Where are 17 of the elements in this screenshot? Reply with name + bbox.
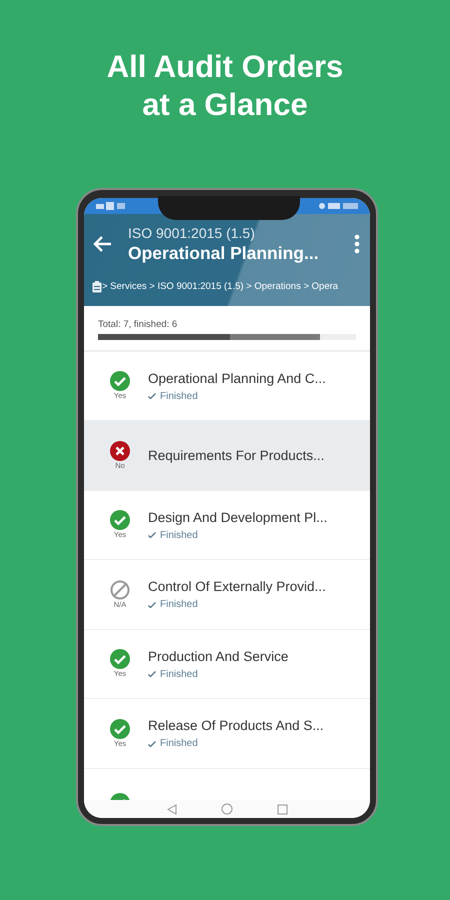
headline: All Audit Orders <box>106 48 344 86</box>
row-title: Control Of Externally Provid... <box>148 578 326 596</box>
row-title: Release Of Products And S... <box>148 717 324 736</box>
headline: at a Glance <box>141 86 309 124</box>
breadcrumb: > Services > ISO 9001:2015 (1.5) > Operations > Opera <box>102 280 338 294</box>
row-status: Finished <box>160 598 198 612</box>
row-title: Production And Service <box>148 648 288 666</box>
row-status: Finished <box>160 528 198 543</box>
app-bar-subtitle: ISO 9001:2015 (1.5) <box>128 224 256 242</box>
progress-label: Total: 7, finished: 6 <box>98 318 178 332</box>
row-title: Operational Planning And C... <box>148 370 326 388</box>
app-bar-title: Operational Planning... <box>128 242 320 264</box>
row-title: Requirements For Products... <box>148 446 324 465</box>
row-title: Design And Development Pl... <box>148 508 328 527</box>
row-status: Finished <box>160 390 198 404</box>
row-status: Finished <box>160 737 198 752</box>
row-status: Finished <box>160 668 198 682</box>
